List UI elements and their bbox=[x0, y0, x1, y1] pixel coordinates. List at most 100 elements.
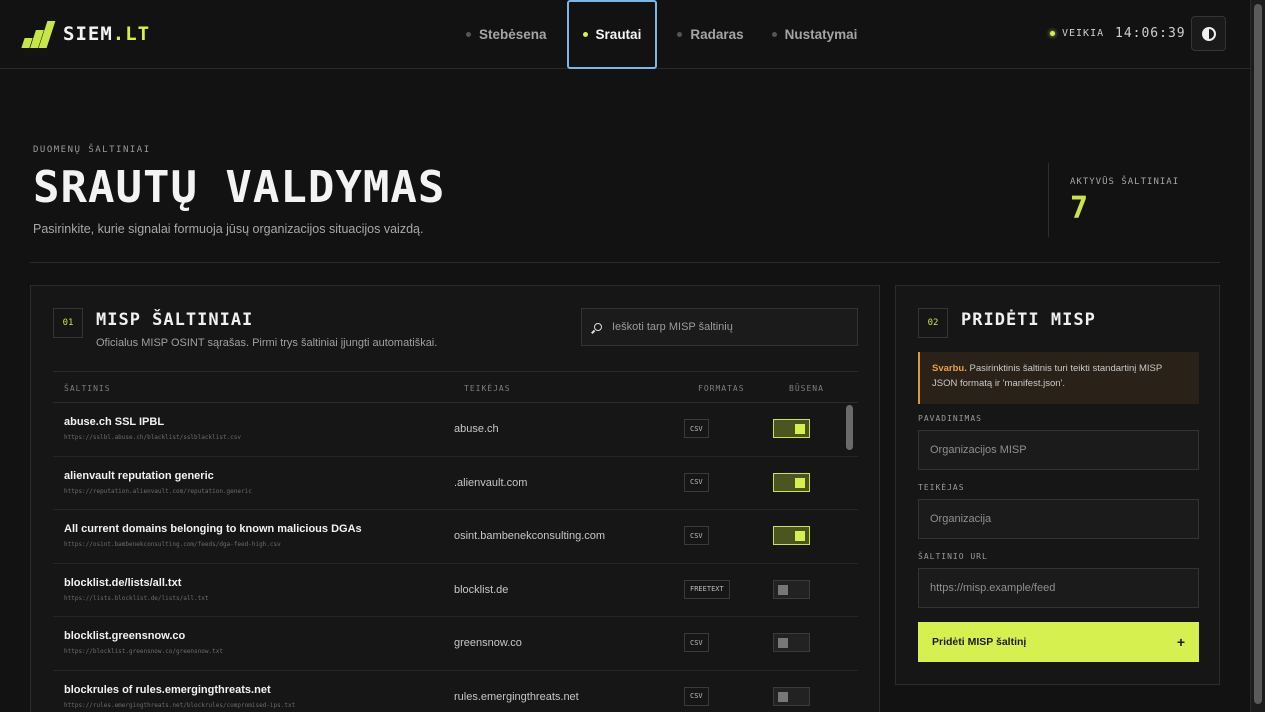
source-provider: blocklist.de bbox=[454, 583, 509, 596]
clock: 14:06:39 bbox=[1115, 26, 1186, 41]
format-badge: CSV bbox=[684, 419, 709, 438]
source-toggle[interactable] bbox=[773, 472, 810, 492]
page-subtitle: Pasirinkite, kurie signalai formuoja jūs… bbox=[33, 222, 424, 236]
add-button-label: Pridėti MISP šaltinį bbox=[932, 636, 1027, 648]
active-sources-stat: AKTYVŪS ŠALTINIAI 7 bbox=[1048, 163, 1198, 237]
status-dot-icon bbox=[1050, 31, 1055, 36]
format-badge: CSV bbox=[684, 686, 709, 706]
column-header-provider[interactable]: TEIKĖJAS bbox=[464, 384, 511, 393]
nav-dot-icon bbox=[582, 32, 588, 37]
source-toggle[interactable] bbox=[773, 633, 810, 652]
system-status: VEIKIA bbox=[1050, 28, 1104, 39]
nav-label: Radaras bbox=[690, 27, 744, 42]
add-misp-source-button[interactable]: Pridėti MISP šaltinį + bbox=[918, 622, 1199, 662]
source-provider: .alienvault.com bbox=[454, 476, 528, 489]
source-toggle[interactable] bbox=[773, 579, 810, 599]
format-badge: CSV bbox=[684, 526, 709, 545]
toggle-knob bbox=[778, 584, 788, 595]
search-input[interactable]: Ieškoti tarp MISP šaltinių bbox=[581, 308, 858, 346]
name-field[interactable]: Organizacijos MISP bbox=[918, 430, 1199, 470]
table-row[interactable]: blockrules of rules.emergingthreats.net … bbox=[53, 671, 858, 712]
table-row[interactable]: abuse.ch SSL IPBL https://sslbl.abuse.ch… bbox=[53, 403, 858, 457]
toggle-knob bbox=[778, 691, 788, 702]
table-row[interactable]: alienvault reputation generic https://re… bbox=[53, 457, 858, 510]
nav-label: Srautai bbox=[595, 27, 642, 42]
source-toggle[interactable] bbox=[773, 419, 810, 438]
table-header: ŠALTINIS TEIKĖJAS FORMATAS BŪSENA bbox=[53, 371, 858, 403]
plus-icon: + bbox=[1176, 634, 1185, 650]
search-icon bbox=[594, 323, 602, 331]
nav-item-nustatymai[interactable]: Nustatymai bbox=[758, 0, 872, 69]
table-scrollbar[interactable] bbox=[845, 403, 855, 712]
url-field[interactable]: https://misp.example/feed bbox=[918, 568, 1199, 608]
source-name: blocklist.greensnow.co bbox=[64, 630, 186, 642]
source-url: https://reputation.alienvault.com/reputa… bbox=[64, 487, 252, 495]
nav-dot-icon bbox=[771, 32, 777, 37]
header-divider bbox=[30, 262, 1220, 263]
source-toggle[interactable] bbox=[773, 526, 810, 545]
theme-toggle-button[interactable] bbox=[1191, 16, 1226, 51]
nav-dot-icon bbox=[466, 32, 471, 37]
page-scrollbar[interactable] bbox=[1250, 0, 1265, 712]
notice-strong: Svarbu. bbox=[932, 363, 967, 374]
logo[interactable]: SIEM.LT bbox=[21, 20, 150, 48]
toggle-knob bbox=[795, 424, 805, 434]
provider-placeholder: Organizacija bbox=[930, 513, 992, 525]
source-name: abuse.ch SSL IPBL bbox=[64, 416, 165, 428]
source-url: https://lists.blocklist.de/lists/all.txt bbox=[64, 594, 209, 602]
table-row[interactable]: blocklist.greensnow.co https://blocklist… bbox=[53, 617, 858, 671]
stat-value: 7 bbox=[1070, 191, 1089, 226]
source-name: blockrules of rules.emergingthreats.net bbox=[64, 683, 271, 696]
source-provider: abuse.ch bbox=[454, 423, 499, 435]
section-badge: 02 bbox=[918, 308, 948, 338]
section-badge: 01 bbox=[53, 308, 83, 338]
column-header-format[interactable]: FORMATAS bbox=[698, 384, 745, 393]
column-header-status[interactable]: BŪSENA bbox=[789, 384, 824, 393]
source-provider: rules.emergingthreats.net bbox=[454, 690, 579, 703]
nav-dot-icon bbox=[677, 32, 683, 37]
name-label: PAVADINIMAS bbox=[918, 414, 982, 423]
nav-item-srautai[interactable]: Srautai bbox=[566, 0, 658, 69]
add-misp-panel: 02 PRIDĖTI MISP Svarbu. Pasirinktinis ša… bbox=[895, 285, 1220, 685]
search-placeholder: Ieškoti tarp MISP šaltinių bbox=[612, 321, 733, 333]
warning-notice: Svarbu. Pasirinktinis šaltinis turi teik… bbox=[918, 352, 1199, 404]
section-title: MISP ŠALTINIAI bbox=[96, 310, 254, 330]
nav-item-stebesena[interactable]: Stebėsena bbox=[452, 0, 561, 69]
top-bar: SIEM.LT Stebėsena Srautai Radaras Nustat… bbox=[0, 0, 1250, 69]
source-url: https://sslbl.abuse.ch/blacklist/sslblac… bbox=[64, 434, 242, 441]
contrast-icon bbox=[1201, 26, 1216, 41]
nav-label: Stebėsena bbox=[479, 27, 547, 42]
source-provider: greensnow.co bbox=[454, 637, 522, 649]
url-placeholder: https://misp.example/feed bbox=[930, 582, 1056, 594]
main-nav: Stebėsena Srautai Radaras Nustatymai bbox=[452, 0, 871, 69]
source-name: All current domains belonging to known m… bbox=[64, 523, 362, 535]
toggle-knob bbox=[778, 638, 788, 648]
source-url: https://blocklist.greensnow.co/greensnow… bbox=[64, 648, 223, 655]
stat-label: AKTYVŪS ŠALTINIAI bbox=[1070, 177, 1180, 187]
source-toggle[interactable] bbox=[773, 686, 810, 706]
sources-table-body: abuse.ch SSL IPBL https://sslbl.abuse.ch… bbox=[53, 403, 858, 712]
column-header-source[interactable]: ŠALTINIS bbox=[64, 384, 111, 393]
table-scrollbar-thumb[interactable] bbox=[846, 405, 853, 450]
provider-field[interactable]: Organizacija bbox=[918, 499, 1199, 539]
page-eyebrow: DUOMENŲ ŠALTINIAI bbox=[33, 145, 151, 155]
nav-label: Nustatymai bbox=[784, 27, 858, 42]
section-title: PRIDĖTI MISP bbox=[961, 310, 1096, 330]
table-row[interactable]: All current domains belonging to known m… bbox=[53, 510, 858, 564]
name-placeholder: Organizacijos MISP bbox=[930, 444, 1027, 456]
format-badge: FREETEXT bbox=[684, 579, 730, 599]
nav-item-radaras[interactable]: Radaras bbox=[663, 0, 757, 69]
page-scrollbar-thumb[interactable] bbox=[1254, 4, 1262, 704]
misp-sources-panel: 01 MISP ŠALTINIAI Oficialus MISP OSINT s… bbox=[30, 285, 880, 712]
section-description: Oficialus MISP OSINT sąrašas. Pirmi trys… bbox=[96, 337, 438, 349]
toggle-knob bbox=[795, 531, 805, 541]
provider-label: TEIKĖJAS bbox=[918, 483, 965, 492]
page-title: SRAUTŲ VALDYMAS bbox=[33, 162, 446, 213]
format-badge: CSV bbox=[684, 633, 709, 652]
table-row[interactable]: blocklist.de/lists/all.txt https://lists… bbox=[53, 564, 858, 617]
format-badge: CSV bbox=[684, 472, 709, 492]
logo-bars-icon bbox=[21, 20, 56, 48]
source-url: https://osint.bambenekconsulting.com/fee… bbox=[64, 541, 281, 548]
source-provider: osint.bambenekconsulting.com bbox=[454, 530, 606, 542]
status-label: VEIKIA bbox=[1062, 28, 1105, 39]
